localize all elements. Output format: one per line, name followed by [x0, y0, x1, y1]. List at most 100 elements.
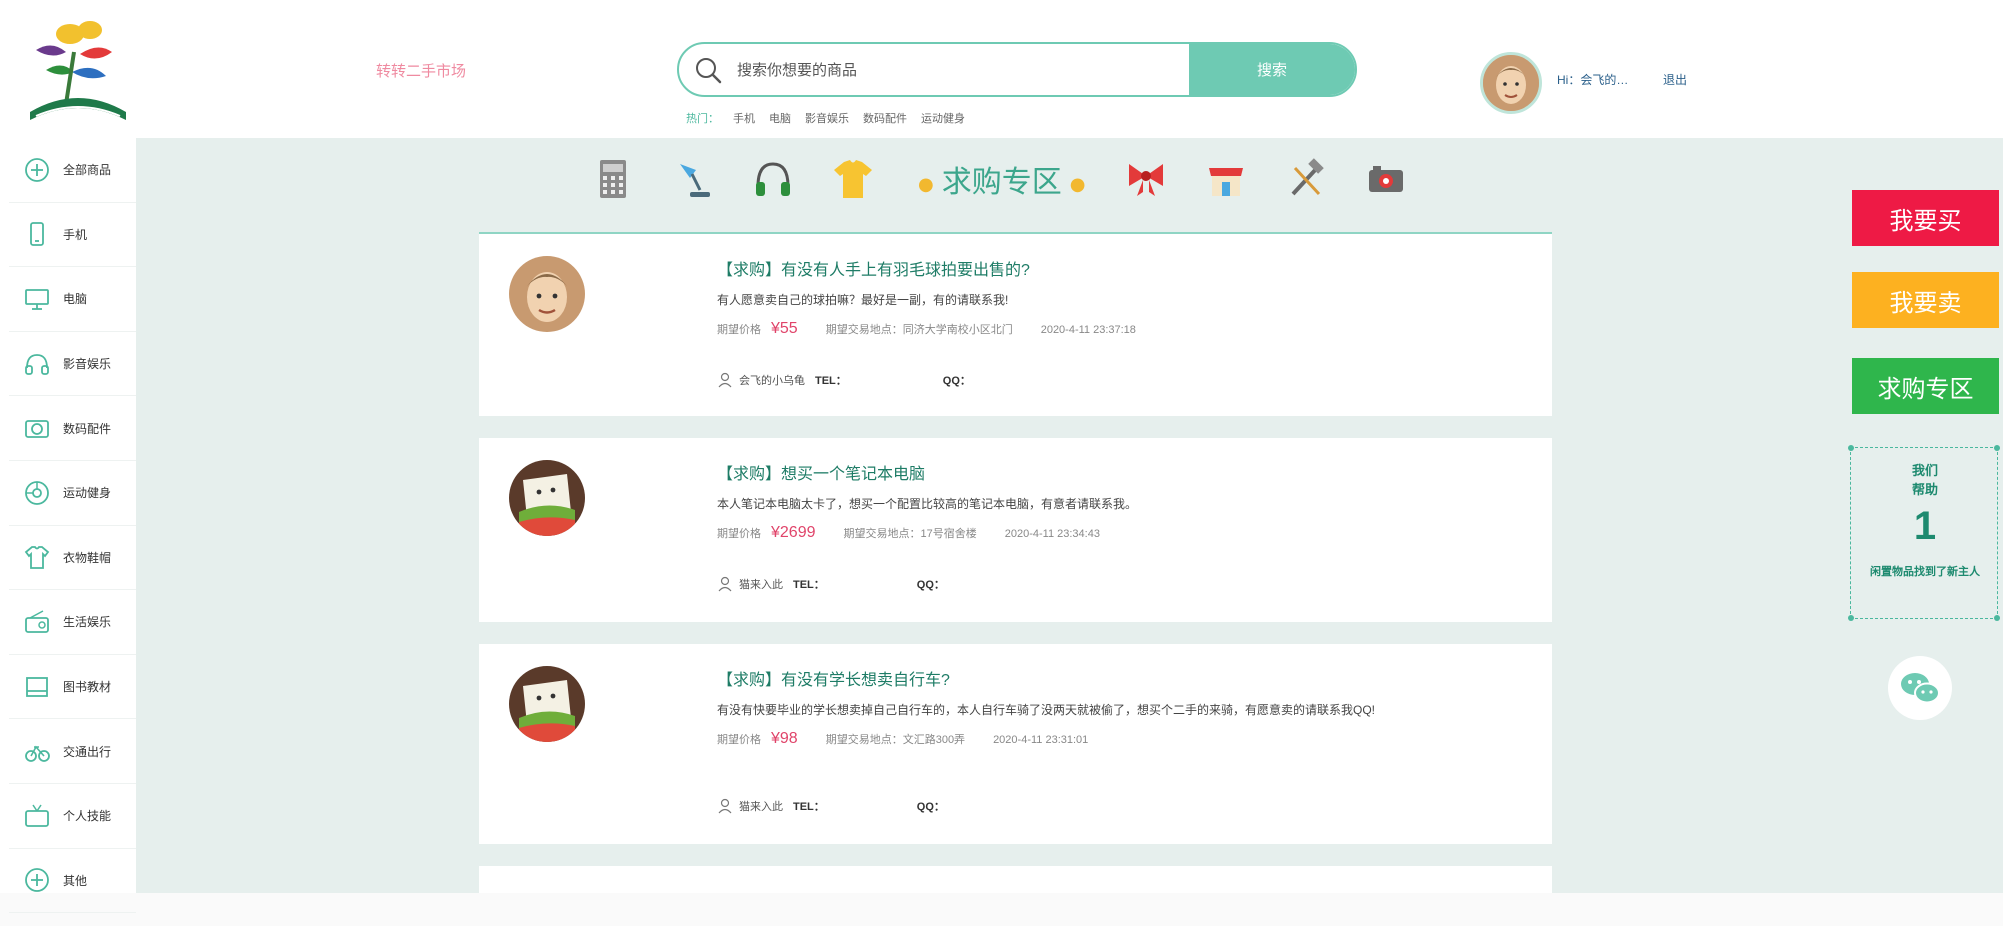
post-card-partial[interactable]: [479, 866, 1552, 893]
sidebar-item[interactable]: 其他: [9, 849, 136, 914]
monitor-icon: [25, 289, 49, 310]
sidebar-item-label: 其他: [63, 873, 88, 888]
ball-icon: [25, 480, 49, 505]
wechat-button[interactable]: [1888, 656, 1952, 720]
calculator-icon[interactable]: [590, 156, 636, 202]
sidebar-item[interactable]: 全部商品: [9, 138, 136, 203]
sidebar-item-label: 生活娱乐: [63, 615, 112, 630]
wanted-zone-button[interactable]: 求购专区: [1852, 358, 1999, 414]
post-price: ¥98: [771, 730, 798, 747]
stats-number: 1: [1913, 504, 1937, 548]
i-want-to-sell-button[interactable]: 我要卖: [1852, 272, 1999, 328]
user-avatar[interactable]: [1480, 52, 1542, 114]
tshirt-icon[interactable]: [830, 156, 876, 202]
sidebar-item[interactable]: 衣物鞋帽: [9, 526, 136, 591]
corner-dot: [1848, 445, 1854, 451]
hot-tags-label: 热门：: [686, 113, 719, 125]
corner-dot: [1848, 615, 1854, 621]
post-user[interactable]: 会飞的小乌龟: [739, 372, 805, 388]
stats-desc: 闲置物品找到了新主人: [1870, 565, 1980, 578]
corner-dot: [1994, 445, 2000, 451]
sidebar-item[interactable]: 个人技能: [9, 784, 136, 849]
sidebar-item-label: 电脑: [63, 292, 88, 307]
sidebar-item-label: 运动健身: [63, 486, 112, 501]
site-name[interactable]: 转转二手市场: [376, 60, 466, 81]
bow-icon[interactable]: [1123, 156, 1169, 202]
post-time: 2020-4-11 23:37:18: [1040, 324, 1136, 336]
search-icon: [696, 58, 722, 84]
post-price: ¥55: [771, 320, 798, 337]
sidebar-item[interactable]: 电脑: [9, 267, 136, 332]
post-card[interactable]: 【求购】有没有学长想卖自行车? 有没有快要毕业的学长想卖掉自己自行车的，本人自行车…: [479, 644, 1552, 844]
post-meta: 期望价格 ¥2699 期望交易地点：17号宿舍楼 2020-4-11 23:34:43: [717, 524, 1517, 542]
user-icon: [718, 798, 732, 814]
post-contact: 猫来入此 TEL： QQ：: [717, 576, 945, 592]
post-description: 本人笔记本电脑太卡了，想买一个配置比较高的笔记本电脑，有意者请联系我。: [717, 497, 1138, 511]
hot-tag-link[interactable]: 数码配件: [863, 110, 907, 126]
stats-label-line2: 帮助: [1911, 483, 1938, 498]
price-label: 期望价格: [717, 324, 761, 336]
site-logo[interactable]: [22, 12, 134, 130]
sidebar-item-label: 衣物鞋帽: [63, 550, 112, 565]
camera-icon[interactable]: [1363, 156, 1409, 202]
hot-tag-link[interactable]: 影音娱乐: [805, 110, 849, 126]
camera-icon: [25, 420, 49, 439]
headphones-icon: [25, 353, 49, 375]
zone-title-text: 求购专区: [941, 165, 1062, 200]
search-input[interactable]: [737, 52, 1257, 88]
search-button[interactable]: 搜索: [1189, 44, 1355, 95]
headphones-icon[interactable]: [750, 156, 796, 202]
post-card[interactable]: 【求购】想买一个笔记本电脑本人笔记本电脑太卡了，想买一个配置比较高的笔记本电脑，…: [479, 438, 1552, 622]
post-title[interactable]: 【求购】想买一个笔记本电脑: [717, 460, 1517, 484]
post-title[interactable]: 【求购】有没有学长想卖自行车?: [717, 666, 1517, 690]
store-icon[interactable]: [1203, 156, 1249, 202]
sidebar-item[interactable]: 手机: [9, 203, 136, 268]
user-greeting[interactable]: Hi：会飞的…: [1557, 71, 1628, 88]
qq-label: QQ：: [916, 579, 945, 591]
post-body: 【求购】想买一个笔记本电脑本人笔记本电脑太卡了，想买一个配置比较高的笔记本电脑，…: [717, 460, 1517, 542]
plus-circle-icon: [25, 157, 49, 182]
hot-tag-link[interactable]: 手机: [733, 110, 755, 126]
sidebar-item-label: 图书教材: [63, 680, 112, 695]
sidebar-item[interactable]: 数码配件: [9, 396, 136, 461]
plus-circle-icon: [25, 868, 49, 893]
tv-icon: [25, 804, 49, 827]
avatar-sandwich-icon[interactable]: [509, 460, 585, 536]
post-card[interactable]: 【求购】有没有人手上有羽毛球拍要出售的? 有人愿意卖自己的球拍嘛？最好是一副，有的…: [479, 232, 1552, 416]
tel-label: TEL：: [793, 801, 825, 813]
i-want-to-buy-button[interactable]: 我要买: [1852, 190, 1999, 246]
category-icon-bar: ● 求购专区 ●: [590, 152, 1450, 206]
logout-link[interactable]: 退出: [1663, 71, 1687, 88]
sidebar-item-label: 全部商品: [63, 163, 112, 178]
post-time: 2020-4-11 23:31:01: [993, 734, 1089, 746]
sidebar-item[interactable]: 交通出行: [9, 719, 136, 784]
sidebar-item-label: 数码配件: [63, 421, 112, 436]
tools-icon[interactable]: [1283, 156, 1329, 202]
tel-label: TEL：: [793, 579, 825, 591]
avatar-sandwich-icon[interactable]: [509, 666, 585, 742]
avatar-man-icon[interactable]: [509, 256, 585, 332]
post-body: 【求购】有没有人手上有羽毛球拍要出售的? 有人愿意卖自己的球拍嘛？最好是一副，有的…: [717, 256, 1517, 338]
post-user[interactable]: 猫来入此: [739, 576, 783, 592]
stats-label: 我们 帮助: [1851, 462, 1999, 500]
post-title[interactable]: 【求购】有没有人手上有羽毛球拍要出售的?: [717, 256, 1517, 280]
post-body: 【求购】有没有学长想卖自行车? 有没有快要毕业的学长想卖掉自己自行车的，本人自行车…: [717, 666, 1517, 748]
hot-tags: 热门： 手机 电脑 影音娱乐 数码配件 运动健身: [686, 110, 965, 126]
shirt-icon: [24, 546, 50, 570]
post-list: 【求购】有没有人手上有羽毛球拍要出售的? 有人愿意卖自己的球拍嘛？最好是一副，有的…: [479, 232, 1552, 893]
sidebar-item-label: 手机: [63, 227, 88, 242]
post-user[interactable]: 猫来入此: [739, 798, 783, 814]
sidebar-item[interactable]: 运动健身: [9, 461, 136, 526]
sidebar-item[interactable]: 生活娱乐: [9, 590, 136, 655]
sidebar-item[interactable]: 影音娱乐: [9, 332, 136, 397]
corner-dot: [1994, 615, 2000, 621]
sidebar-item[interactable]: 图书教材: [9, 655, 136, 720]
post-price: ¥2699: [771, 524, 816, 541]
sidebar-item-label: 个人技能: [63, 809, 112, 824]
hot-tag-link[interactable]: 电脑: [769, 110, 791, 126]
desk-lamp-icon[interactable]: [670, 156, 716, 202]
post-meta: 期望价格 ¥55 期望交易地点：同济大学南校小区北门 2020-4-11 23:37:…: [717, 320, 1517, 338]
hot-tag-link[interactable]: 运动健身: [921, 110, 965, 126]
zone-title: ● 求购专区 ●: [918, 165, 1086, 200]
header: 转转二手市场 搜索 热门： 手机电脑影音娱乐数码配件运动健身 Hi：会飞的… 退出: [0, 0, 2003, 138]
